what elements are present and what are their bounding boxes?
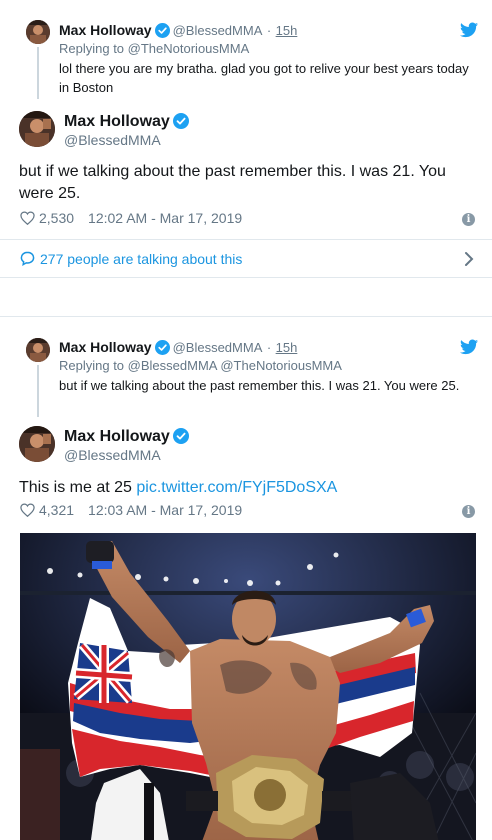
pic-link[interactable]: pic.twitter.com/FYjF5DoSXA	[136, 479, 337, 496]
main-author-name[interactable]: Max Holloway	[64, 428, 170, 445]
tweet-timestamp[interactable]: 12:03 AM - Mar 17, 2019	[88, 502, 242, 518]
embedded-tweet-card-2: Max Holloway @BlessedMMA · 15h Replying t…	[0, 316, 492, 840]
like-count[interactable]: 4,321	[39, 502, 74, 518]
twitter-bird-icon[interactable]	[460, 339, 478, 355]
tweet-meta-row: 4,321 12:03 AM - Mar 17, 2019	[20, 502, 242, 518]
verified-badge-icon	[172, 428, 189, 449]
parent-author-name[interactable]: Max Holloway	[59, 22, 152, 38]
embedded-tweet-card-1: Max Holloway @BlessedMMA · 15h Replying t…	[0, 0, 492, 278]
main-tweet-text: but if we talking about the past remembe…	[19, 163, 446, 202]
parent-author-avatar[interactable]	[26, 20, 50, 44]
tweet-meta-row: 2,530 12:02 AM - Mar 17, 2019	[20, 210, 242, 226]
parent-tweet-header: Max Holloway @BlessedMMA · 15h	[59, 22, 297, 43]
main-author-name-row: Max Holloway	[64, 428, 192, 449]
parent-time-ago[interactable]: 15h	[276, 23, 298, 38]
main-author-avatar[interactable]	[19, 111, 55, 147]
thread-connector-line	[37, 365, 39, 417]
parent-author-handle[interactable]: @BlessedMMA	[173, 340, 263, 355]
chevron-right-icon[interactable]	[464, 251, 474, 267]
replying-to-line: Replying to @TheNotoriousMMA	[59, 41, 249, 56]
twitter-bird-icon[interactable]	[460, 22, 478, 38]
parent-author-name[interactable]: Max Holloway	[59, 339, 152, 355]
parent-tweet-text: lol there you are my bratha. glad you go…	[59, 61, 469, 95]
tweet-photo[interactable]	[20, 533, 476, 840]
heart-icon[interactable]	[20, 211, 35, 225]
main-author-name-row: Max Holloway	[64, 113, 192, 134]
replying-to-label: Replying to	[59, 358, 125, 373]
replying-to-label: Replying to	[59, 41, 125, 56]
main-tweet-text: This is me at 25	[19, 479, 132, 496]
main-author-handle[interactable]: @BlessedMMA	[64, 132, 161, 148]
header-separator: ·	[266, 23, 272, 38]
parent-tweet-header: Max Holloway @BlessedMMA · 15h	[59, 339, 297, 360]
verified-badge-icon	[172, 113, 189, 134]
main-author-avatar[interactable]	[19, 426, 55, 462]
info-icon[interactable]: i	[462, 505, 475, 518]
speech-bubble-icon	[20, 251, 35, 266]
replying-to-mention[interactable]: @TheNotoriousMMA	[128, 41, 250, 56]
conversation-link-row[interactable]: 277 people are talking about this	[0, 239, 492, 279]
info-icon[interactable]: i	[462, 213, 475, 226]
main-tweet-text-row: This is me at 25 pic.twitter.com/FYjF5Do…	[19, 477, 337, 499]
parent-author-avatar[interactable]	[26, 338, 50, 362]
like-count[interactable]: 2,530	[39, 210, 74, 226]
replying-to-mention[interactable]: @BlessedMMA @TheNotoriousMMA	[128, 358, 342, 373]
thread-connector-line	[37, 47, 39, 99]
heart-icon[interactable]	[20, 503, 35, 517]
conversation-link-text[interactable]: 277 people are talking about this	[40, 251, 242, 267]
parent-tweet-text: but if we talking about the past remembe…	[59, 378, 460, 393]
tweet-timestamp[interactable]: 12:02 AM - Mar 17, 2019	[88, 210, 242, 226]
verified-badge-icon	[154, 23, 170, 43]
main-author-handle[interactable]: @BlessedMMA	[64, 447, 161, 463]
parent-author-handle[interactable]: @BlessedMMA	[173, 23, 263, 38]
main-author-name[interactable]: Max Holloway	[64, 113, 170, 130]
parent-time-ago[interactable]: 15h	[276, 340, 298, 355]
header-separator: ·	[266, 340, 272, 355]
verified-badge-icon	[154, 340, 170, 360]
replying-to-line: Replying to @BlessedMMA @TheNotoriousMMA	[59, 358, 342, 373]
